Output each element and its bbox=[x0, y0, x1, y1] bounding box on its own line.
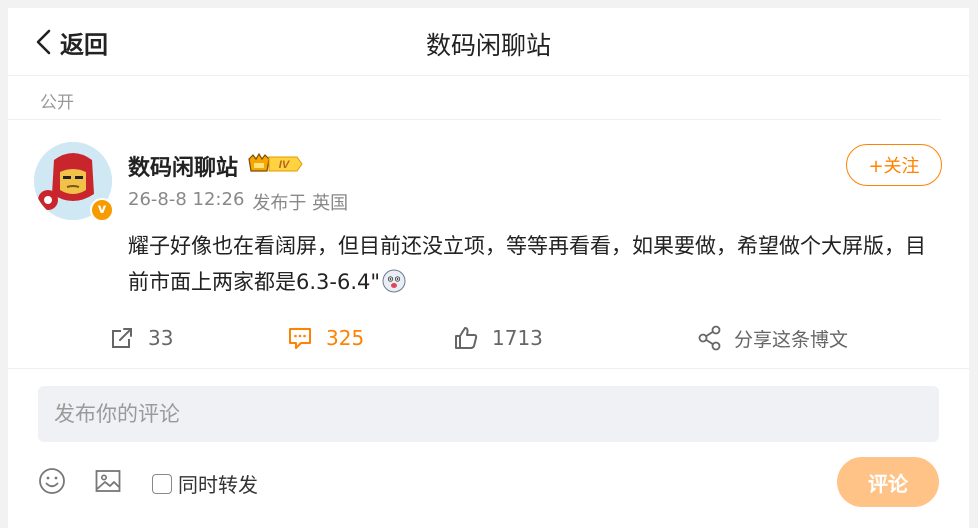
repost-count: 33 bbox=[148, 326, 174, 350]
post-text: 耀子好像也在看阔屏，但目前还没立项，等等再看看，如果要做，希望做个大屏版，目前市… bbox=[128, 234, 926, 294]
doge-emoji-icon bbox=[382, 269, 406, 293]
checkbox-box[interactable] bbox=[152, 473, 172, 494]
submit-comment-button[interactable]: 评论 bbox=[837, 457, 939, 507]
comment-input[interactable] bbox=[38, 386, 939, 442]
repost-checkbox-label: 同时转发 bbox=[178, 473, 258, 497]
post-source: 发布于 英国 bbox=[252, 193, 349, 214]
top-bar: 返回 数码闲聊站 bbox=[8, 8, 969, 76]
share-icon bbox=[698, 325, 721, 351]
author-name[interactable]: 数码闲聊站 bbox=[128, 150, 238, 182]
post-text-container: 耀子好像也在看阔屏，但目前还没立项，等等再看看，如果要做，希望做个大屏版，目前市… bbox=[128, 228, 928, 300]
thumbs-up-icon bbox=[455, 327, 478, 349]
repost-checkbox[interactable]: 同时转发 bbox=[152, 469, 258, 498]
page-title: 数码闲聊站 bbox=[425, 31, 551, 60]
share-label: 分享这条博文 bbox=[734, 328, 849, 351]
post-meta: 26-8-8 12:26 发布于 英国 bbox=[128, 189, 348, 215]
like-count: 1713 bbox=[492, 326, 543, 350]
visibility-label: 公开 bbox=[40, 93, 74, 113]
verified-badge: v bbox=[90, 198, 114, 222]
comment-icon bbox=[289, 328, 311, 349]
divider bbox=[8, 119, 941, 120]
follow-button[interactable]: +关注 bbox=[846, 144, 942, 186]
divider bbox=[8, 368, 969, 369]
like-button[interactable]: 1713 bbox=[452, 324, 543, 352]
smiley-icon[interactable] bbox=[37, 466, 67, 496]
image-icon[interactable] bbox=[93, 466, 123, 496]
comment-button[interactable]: 325 bbox=[286, 324, 364, 352]
post-detail-card: 返回 数码闲聊站 公开 v 数码闲聊站 IV 26-8-8 12:26 发布于 … bbox=[8, 8, 969, 528]
repost-button[interactable]: 33 bbox=[108, 324, 173, 352]
repost-icon bbox=[112, 328, 132, 348]
post-timestamp[interactable]: 26-8-8 12:26 bbox=[128, 189, 244, 215]
comment-count: 325 bbox=[326, 326, 365, 350]
rank-level: IV bbox=[279, 159, 291, 171]
post-actions: 33 325 1713 分享这条博文 bbox=[8, 320, 969, 360]
rank-crown-icon: IV bbox=[248, 152, 303, 172]
share-button[interactable]: 分享这条博文 bbox=[696, 324, 848, 352]
